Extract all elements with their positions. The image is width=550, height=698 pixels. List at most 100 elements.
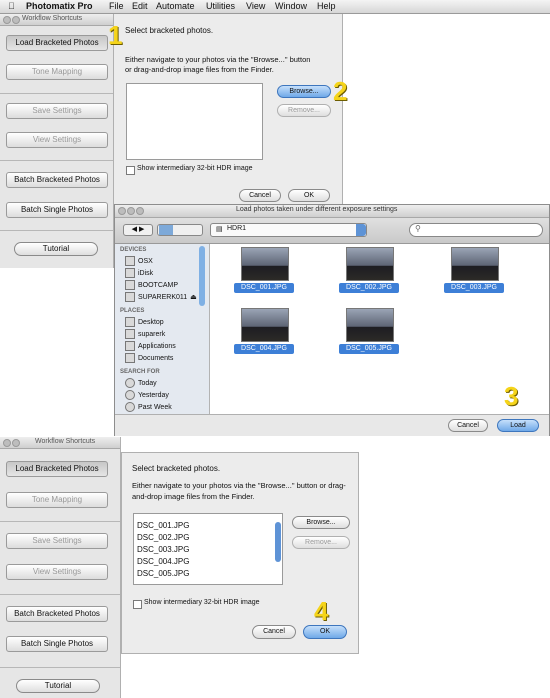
load-bracketed-photos-button[interactable]: Load Bracketed Photos [6,35,108,51]
batch-single-photos-button[interactable]: Batch Single Photos [6,636,108,652]
cancel-button[interactable]: Cancel [239,189,281,202]
remove-button[interactable]: Remove... [277,104,331,117]
finder-titlebar: Load photos taken under different exposu… [115,205,549,218]
file-name: DSC_002.JPG [339,283,399,293]
usb-drive-icon [125,292,135,302]
photo-thumbnail [346,247,394,281]
file-item[interactable]: DSC_001.JPG [233,247,295,293]
folder-icon: ▤ [216,226,223,233]
step-number-3: 3 [504,381,519,411]
menu-edit[interactable]: Edit [132,1,148,11]
dialog-instructions: Either navigate to your photos via the "… [125,55,311,74]
chevron-down-icon[interactable] [356,224,366,236]
menu-file[interactable]: File [109,1,124,11]
dialog-instructions: Either navigate to your photos via the "… [132,481,346,501]
close-icon[interactable] [3,439,11,447]
app-menu[interactable]: Photomatix Pro [26,1,93,11]
sidebar-item-past-week[interactable]: Past Week [125,402,172,412]
close-icon[interactable] [118,207,126,215]
save-settings-button[interactable]: Save Settings [6,103,108,119]
finder-sidebar: DEVICES OSX iDisk BOOTCAMP SUPARERK011 ⏏ … [115,244,210,414]
browse-button[interactable]: Browse... [277,85,331,98]
hdr-checkbox-label: Show intermediary 32-bit HDR image [144,599,260,606]
file-item[interactable]: DSC_003.JPG [443,247,505,293]
divider [0,93,113,94]
tutorial-button[interactable]: Tutorial [14,242,98,256]
sidebar-item-home[interactable]: suparerk [125,329,165,339]
tone-mapping-button[interactable]: Tone Mapping [6,492,108,508]
finder-cancel-button[interactable]: Cancel [448,419,488,432]
minimize-icon[interactable] [12,439,20,447]
finder-bottom-bar: Cancel Load [115,414,549,436]
menu-view[interactable]: View [246,1,265,11]
photo-list[interactable]: DSC_001.JPG DSC_002.JPG DSC_003.JPG DSC_… [133,513,283,585]
sidebar-item-desktop[interactable]: Desktop [125,317,164,327]
load-button[interactable]: Load [497,419,539,432]
icon-view-icon[interactable] [159,225,173,235]
list-item[interactable]: DSC_004.JPG [137,557,189,566]
sidebar-item-today[interactable]: Today [125,378,157,388]
menu-automate[interactable]: Automate [156,1,195,11]
file-item[interactable]: DSC_004.JPG [233,308,295,354]
panel-titlebar: Workflow Shortcuts [0,14,113,26]
view-mode-icons[interactable] [157,224,203,236]
ok-button[interactable]: OK [288,189,330,202]
minimize-icon[interactable] [12,16,20,24]
folder-popup[interactable]: ▤ HDR1 [210,223,367,237]
photo-thumbnail [346,308,394,342]
zoom-icon[interactable] [136,207,144,215]
list-item[interactable]: DSC_001.JPG [137,521,189,530]
applications-icon [125,341,135,351]
view-settings-button[interactable]: View Settings [6,132,108,148]
places-header: PLACES [120,308,145,314]
sidebar-item-yesterday[interactable]: Yesterday [125,390,169,400]
list-item[interactable]: DSC_005.JPG [137,569,189,578]
file-item[interactable]: DSC_005.JPG [338,308,400,354]
ok-button[interactable]: OK [303,625,347,639]
menu-help[interactable]: Help [317,1,336,11]
sidebar-item-suparerk011[interactable]: SUPARERK011 ⏏ [125,292,197,302]
hard-drive-icon [125,256,135,266]
clock-icon [125,378,135,388]
eject-icon[interactable]: ⏏ [190,294,197,301]
batch-bracketed-photos-button[interactable]: Batch Bracketed Photos [6,606,108,622]
apple-icon[interactable]:  [8,1,15,11]
sidebar-item-bootcamp[interactable]: BOOTCAMP [125,280,178,290]
sidebar-item-idisk[interactable]: iDisk [125,268,153,278]
tutorial-button[interactable]: Tutorial [16,679,100,693]
panel-title: Workflow Shortcuts [22,15,83,22]
browse-button[interactable]: Browse... [292,516,350,529]
list-scrollbar[interactable] [275,522,281,562]
file-name: DSC_001.JPG [234,283,294,293]
photo-list[interactable] [126,83,263,160]
view-settings-button[interactable]: View Settings [6,564,108,580]
sidebar-scrollbar[interactable] [199,246,205,306]
batch-single-photos-button[interactable]: Batch Single Photos [6,202,108,218]
list-item[interactable]: DSC_003.JPG [137,545,189,554]
menu-window[interactable]: Window [275,1,307,11]
home-icon [125,329,135,339]
workflow-panel-bottom: Workflow Shortcuts Load Bracketed Photos… [0,437,121,698]
menu-utilities[interactable]: Utilities [206,1,235,11]
sidebar-item-documents[interactable]: Documents [125,353,173,363]
back-forward-icon[interactable]: ◀ ▶ [123,224,153,236]
save-settings-button[interactable]: Save Settings [6,533,108,549]
list-item[interactable]: DSC_002.JPG [137,533,189,542]
sidebar-item-applications[interactable]: Applications [125,341,176,351]
hdr-checkbox[interactable] [133,600,142,609]
cancel-button[interactable]: Cancel [252,625,296,639]
hdr-checkbox[interactable] [126,166,135,175]
divider [0,667,120,668]
close-icon[interactable] [3,16,11,24]
search-input[interactable]: ⚲ [409,223,543,237]
hard-drive-icon [125,280,135,290]
load-bracketed-photos-button[interactable]: Load Bracketed Photos [6,461,108,477]
tone-mapping-button[interactable]: Tone Mapping [6,64,108,80]
minimize-icon[interactable] [127,207,135,215]
sidebar-item-osx[interactable]: OSX [125,256,153,266]
finder-toolbar: ◀ ▶ ▤ HDR1 ⚲ [115,218,549,244]
batch-bracketed-photos-button[interactable]: Batch Bracketed Photos [6,172,108,188]
remove-button[interactable]: Remove... [292,536,350,549]
panel-title: Workflow Shortcuts [35,438,96,445]
file-item[interactable]: DSC_002.JPG [338,247,400,293]
